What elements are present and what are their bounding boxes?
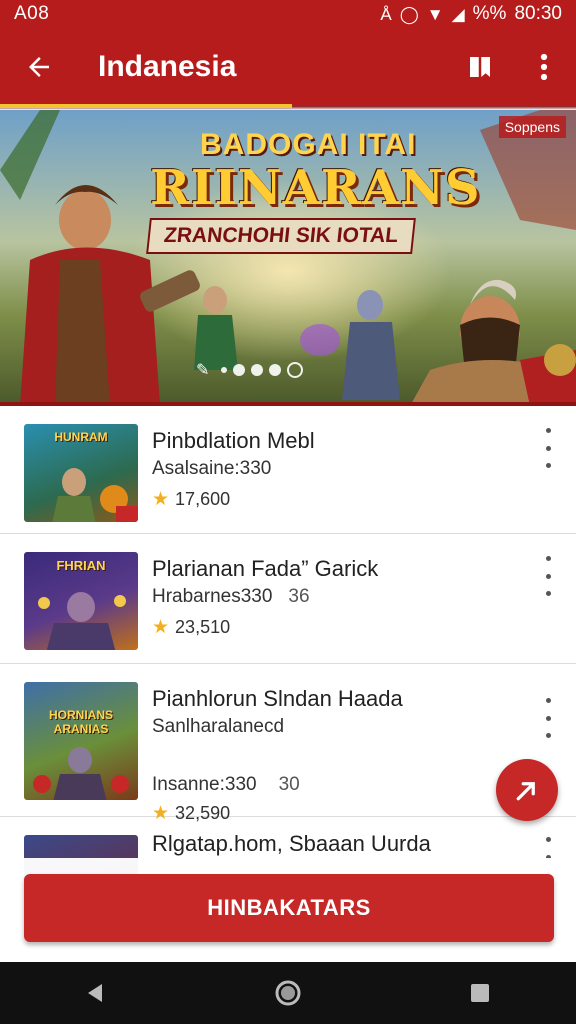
fab-button[interactable] [496,759,558,821]
carousel-dot[interactable] [233,364,246,376]
page-title: Indanesia [98,50,237,83]
bottom-action-bar: HINBAKATARS [0,858,576,962]
status-icons: Å ◯ ▼ ◢ %% 80:30 [380,3,562,25]
game-meta: Insanne:330 30 [152,774,300,796]
dot [545,733,551,738]
star-icon: ★ [152,489,170,510]
game-meta-text: Insanne:330 [152,774,257,795]
screen: A08 Å ◯ ▼ ◢ %% 80:30 Indanesia Soppens B… [0,0,576,1024]
thumbnail-art [52,468,138,522]
game-subtitle: Asalsaine:330 [152,458,272,479]
game-thumbnail: FHRIAN [24,552,138,650]
nav-back-button[interactable] [66,968,126,1018]
game-rating: ★ 17,600 [152,488,230,511]
rating-value: 23,510 [175,617,231,637]
game-subtitle-extra: 36 [288,586,310,607]
dot [545,556,551,561]
arrow-diagonal-icon [516,782,535,801]
circle-home-icon [275,980,301,1006]
list-item[interactable]: FHRIAN Plarianan Fada” Garick Hrabarnes3… [0,534,576,664]
banner-line1: BADOGAI ITAI [200,128,417,161]
game-name: Plarianan Fada” Garick [152,556,379,581]
game-subtitle: Hrabarnes330 36 [152,586,310,608]
carousel-dot-active[interactable] [287,362,304,378]
thumbnail-art [33,747,129,800]
game-name: Pianhlorun Slndan Haada [152,686,403,711]
dot [545,463,551,468]
back-button[interactable] [0,28,78,106]
app-bar-accent [0,104,292,108]
banner-tag: Soppens [498,116,566,138]
game-meta-extra: 30 [278,774,300,795]
bluetooth-icon: Å [380,4,392,24]
featured-banner[interactable]: Soppens BADOGAI ITAI RIINARANS ZRANCHOHI… [0,110,576,406]
nav-recents-button[interactable] [450,968,510,1018]
game-rating: ★ 23,510 [152,616,230,639]
item-more-button[interactable] [540,698,556,738]
list-item[interactable]: HORNIANS ARANIAS Pianhlorun Slndan Haada… [0,664,576,824]
star-icon: ★ [152,617,170,638]
pen-icon: ✎ [196,362,210,379]
thumbnail-art [38,592,126,650]
overflow-menu-button[interactable] [512,28,576,106]
banner-title: RIINARANS [150,160,481,216]
carousel-dots[interactable]: ✎ [196,360,304,380]
game-subtitle: Sanlharalanecd [152,716,285,737]
carousel-dot[interactable] [269,364,282,376]
game-thumbnail: HUNRAM [24,424,138,522]
triangle-back-icon [88,984,102,1002]
game-thumbnail: HORNIANS ARANIAS [24,682,138,800]
signal-icon: ◢ [451,4,465,24]
carousel-dot[interactable] [221,367,228,373]
thumbnail-title: FHRIAN [56,558,106,573]
dot [545,591,551,596]
dot [545,428,551,433]
status-bar: A08 Å ◯ ▼ ◢ %% 80:30 [0,0,576,28]
arrow-back-icon [29,57,49,77]
banner-subtitle: ZRANCHOHI SIK IOTAL [146,218,417,254]
system-nav-bar [0,962,576,1024]
dot [545,573,551,579]
wifi-icon: ▼ [426,4,444,24]
battery-percent: %% [472,3,507,24]
alarm-icon: ◯ [399,4,419,24]
app-bar: Indanesia [0,28,576,106]
thumbnail-title: HORNIANS ARANIAS [48,708,113,736]
status-left-text: A08 [14,3,50,24]
dot [545,837,551,842]
dot [545,445,551,451]
primary-action-button[interactable]: HINBAKATARS [24,874,554,942]
game-name: Rlgatap.hom, Sbaaan Uurda [152,831,431,856]
book-icon [470,57,490,77]
dot [545,715,551,721]
bookmark-button[interactable] [448,28,512,106]
dot [545,698,551,703]
list-item[interactable]: HUNRAM Pinbdlation Mebl Asalsaine:330 ★ 1… [0,406,576,534]
status-time: 80:30 [514,3,562,24]
rating-value: 17,600 [175,489,231,509]
square-recents-icon [471,984,489,1002]
thumbnail-title: HUNRAM [54,430,108,444]
carousel-dot[interactable] [251,364,264,376]
game-subtitle-text: Hrabarnes330 [152,586,273,607]
nav-home-button[interactable] [258,968,318,1018]
more-vert-icon [540,53,548,81]
game-name: Pinbdlation Mebl [152,428,315,453]
item-more-button[interactable] [540,556,556,596]
item-more-button[interactable] [540,428,556,468]
